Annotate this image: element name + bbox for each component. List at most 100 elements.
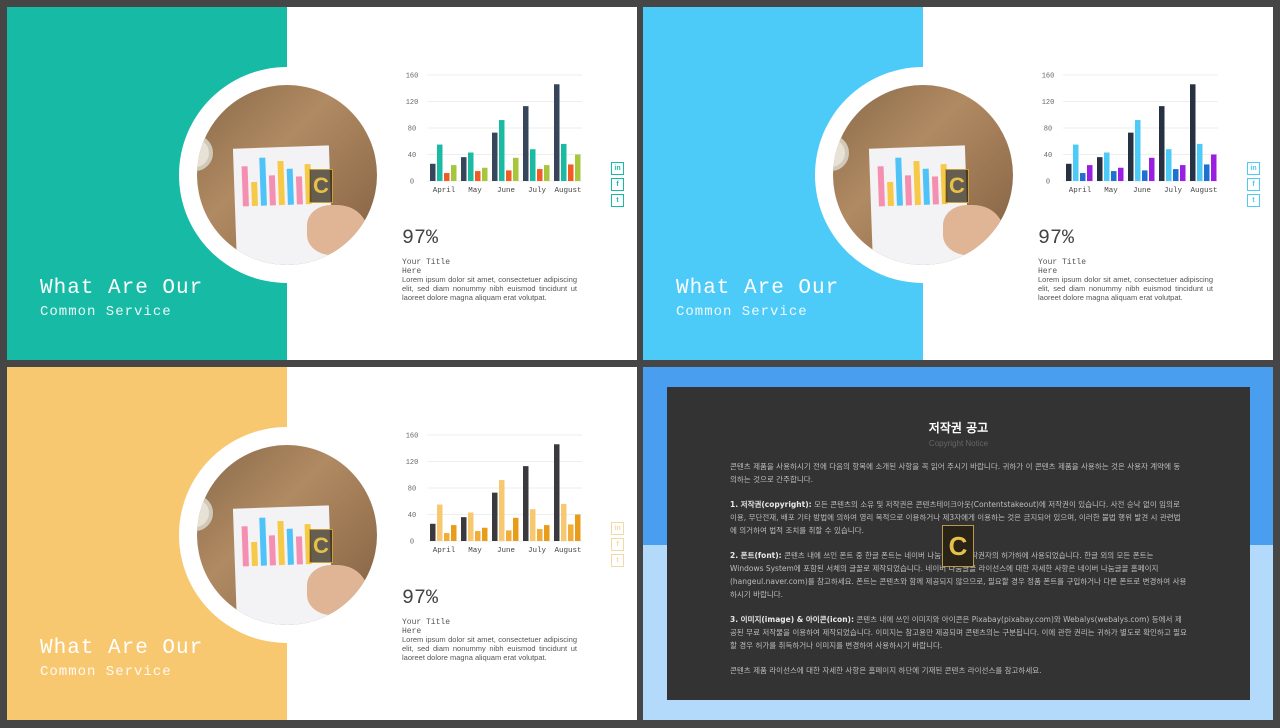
bar [530, 509, 536, 541]
bar [544, 525, 550, 541]
slide-copyright-notice: 저작권 공고 Copyright Notice 콘텐츠 제품을 사용하시기 전에… [643, 367, 1273, 720]
bar [554, 444, 560, 541]
bar [523, 106, 529, 181]
slide-title: What Are Our [676, 277, 840, 300]
bar [451, 525, 457, 541]
your-title: Your Title Here [1038, 258, 1087, 276]
bar [1128, 132, 1134, 181]
notice-outro: 콘텐츠 제품 라이선스에 대한 자세한 사항은 홈페이지 하단에 기재된 콘텐츠… [730, 666, 1042, 675]
bar [1180, 165, 1186, 181]
y-tick-label: 120 [1042, 99, 1055, 107]
bar [1173, 169, 1179, 181]
x-tick-label: August [554, 547, 581, 555]
bar [492, 132, 498, 181]
bar [444, 533, 450, 541]
bar [475, 531, 481, 541]
y-tick-label: 0 [410, 179, 414, 187]
bar [1111, 171, 1117, 181]
slide-1: C What Are Our Common Service 0 40 80 120 16… [7, 7, 637, 360]
bar [1104, 152, 1110, 181]
slide-2: C What Are Our Common Service 0 40 80 120 16… [643, 7, 1273, 360]
x-tick-label: June [497, 187, 515, 195]
bar-chart: 0 40 80 120 160 April May June July August [1042, 73, 1218, 195]
bar [499, 480, 505, 541]
bar [468, 512, 474, 541]
linkedin-icon[interactable]: in [1247, 162, 1260, 175]
bar [437, 504, 443, 541]
bar [506, 170, 512, 181]
x-tick-label: May [1104, 187, 1118, 195]
bar [492, 492, 498, 541]
bar [475, 171, 481, 181]
facebook-icon[interactable]: f [611, 178, 624, 191]
x-tick-label: July [528, 187, 547, 195]
x-tick-label: July [1164, 187, 1183, 195]
photo-chart-on-desk: C [833, 85, 1013, 265]
logo: C [309, 169, 333, 203]
bar [1066, 163, 1072, 181]
notice-image: 3. 이미지(image) & 아이콘(icon): 콘텐츠 내에 쓰인 이미지… [730, 615, 1187, 650]
x-tick-label: June [497, 547, 515, 555]
social-links: in f t [611, 162, 624, 210]
bar [554, 84, 560, 181]
y-tick-label: 0 [410, 539, 414, 547]
twitter-icon[interactable]: t [1247, 194, 1260, 207]
percent-value: 97% [402, 227, 439, 250]
y-tick-label: 40 [1044, 152, 1052, 160]
bar [575, 154, 581, 181]
photo-chart-on-desk: C [197, 445, 377, 625]
y-tick-label: 0 [1046, 179, 1050, 187]
x-tick-label: April [433, 187, 456, 195]
facebook-icon[interactable]: f [611, 538, 624, 551]
bar [1097, 157, 1103, 181]
bar [461, 157, 467, 181]
bar [461, 517, 467, 541]
x-tick-label: June [1133, 187, 1151, 195]
social-links: in f t [1247, 162, 1260, 210]
your-title: Your Title Here [402, 618, 451, 636]
bar [482, 527, 488, 541]
y-tick-label: 80 [1044, 126, 1052, 134]
y-tick-label: 120 [406, 459, 419, 467]
y-tick-label: 160 [1042, 73, 1055, 81]
twitter-icon[interactable]: t [611, 554, 624, 567]
bar [1190, 84, 1196, 181]
x-tick-label: August [1190, 187, 1217, 195]
bar [444, 173, 450, 181]
bar [513, 157, 519, 181]
bar [537, 529, 543, 541]
bar [530, 149, 536, 181]
y-tick-label: 120 [406, 99, 419, 107]
x-tick-label: May [468, 547, 482, 555]
linkedin-icon[interactable]: in [611, 162, 624, 175]
facebook-icon[interactable]: f [1247, 178, 1260, 191]
bar [1166, 149, 1172, 181]
bar [1159, 106, 1165, 181]
bar [468, 152, 474, 181]
bar-chart: 0 40 80 120 160 April May June July August [406, 433, 582, 555]
bar [575, 514, 581, 541]
bar [1087, 165, 1093, 181]
twitter-icon[interactable]: t [611, 194, 624, 207]
bar [506, 530, 512, 541]
bar [1080, 173, 1086, 181]
bar [561, 503, 567, 541]
bar [451, 165, 457, 181]
y-tick-label: 80 [408, 486, 416, 494]
social-links: in f t [611, 522, 624, 570]
x-tick-label: April [433, 547, 456, 555]
notice-panel: 저작권 공고 Copyright Notice 콘텐츠 제품을 사용하시기 전에… [667, 387, 1250, 700]
bar [1149, 157, 1155, 181]
notice-intro: 콘텐츠 제품을 사용하시기 전에 다음의 항목에 소개된 사항을 꼭 읽어 주시… [730, 462, 1181, 484]
body-text: Lorem ipsum dolor sit amet, consectetuer… [402, 275, 577, 302]
bar [1197, 143, 1203, 181]
y-tick-label: 40 [408, 152, 416, 160]
body-text: Lorem ipsum dolor sit amet, consectetuer… [1038, 275, 1213, 302]
linkedin-icon[interactable]: in [611, 522, 624, 535]
bar [513, 517, 519, 541]
bar [523, 466, 529, 541]
y-tick-label: 80 [408, 126, 416, 134]
logo: C [942, 525, 974, 567]
bar [537, 169, 543, 181]
bar [499, 120, 505, 181]
